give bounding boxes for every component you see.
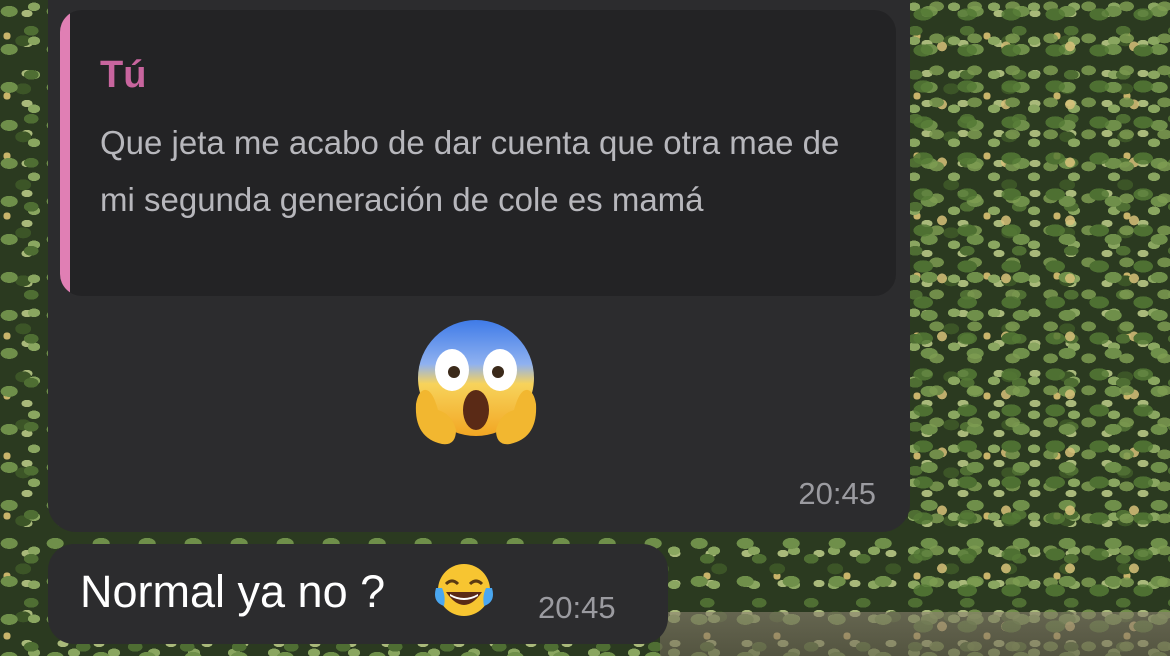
message-bubble-reply[interactable]: Tú Que jeta me acabo de dar cuenta que o… <box>48 0 910 532</box>
wallpaper-ivy-detail <box>910 0 1170 656</box>
message-timestamp: 20:45 <box>538 590 616 625</box>
message-timestamp: 20:45 <box>798 476 876 511</box>
face-with-tears-of-joy-icon <box>435 564 493 616</box>
face-screaming-in-fear-icon <box>415 320 537 445</box>
reply-accent-bar <box>60 10 70 296</box>
reply-sender-name: Tú <box>100 54 147 96</box>
reply-quoted-text: Que jeta me acabo de dar cuenta que otra… <box>100 124 840 218</box>
message-bubble-text[interactable]: Normal ya no ? 20:45 <box>48 544 668 644</box>
reply-quote[interactable]: Tú Que jeta me acabo de dar cuenta que o… <box>60 10 896 296</box>
message-text: Normal ya no ? <box>80 566 386 617</box>
wallpaper-floor-detail <box>660 612 1170 656</box>
